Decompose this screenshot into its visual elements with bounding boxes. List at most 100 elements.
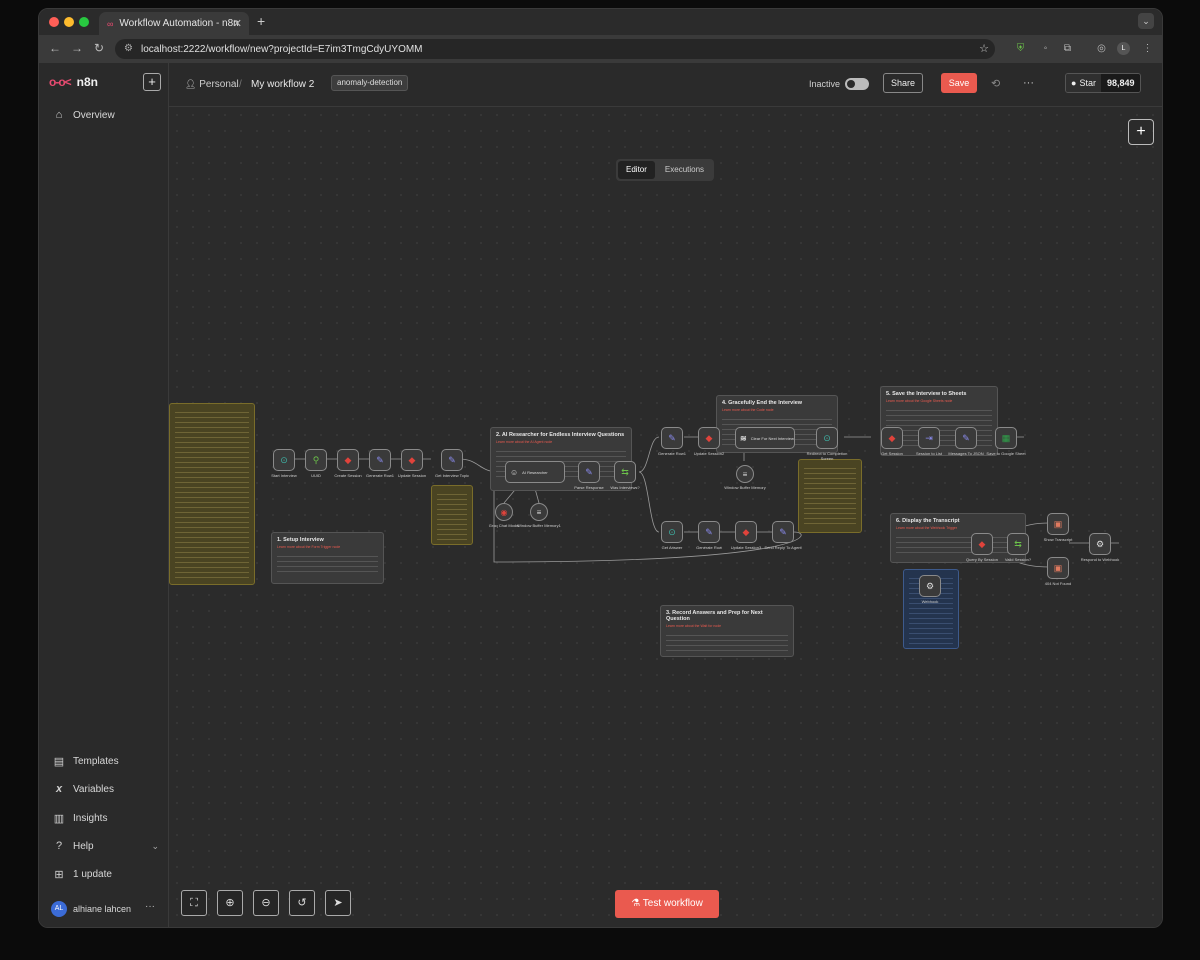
workflow-tag[interactable]: anomaly-detection xyxy=(331,75,409,91)
tab-editor[interactable]: Editor xyxy=(618,161,655,179)
bookmark-star-icon[interactable]: ☆ xyxy=(979,42,989,55)
node-show-transcript[interactable]: ▣ xyxy=(1047,513,1069,535)
sidebar-item-help[interactable]: ? Help ⌄ xyxy=(53,840,159,852)
note-interview-topic[interactable] xyxy=(431,485,473,545)
node-redirect-completion[interactable]: ⊙ xyxy=(816,427,838,449)
profile-icon[interactable]: L xyxy=(1117,42,1130,55)
maximize-window-icon[interactable] xyxy=(79,17,89,27)
node-label: Get Interview Topic xyxy=(435,473,469,478)
node-webhook[interactable]: ⚙ xyxy=(919,575,941,597)
minimize-window-icon[interactable] xyxy=(64,17,74,27)
github-star-button[interactable]: ● Star 98,849 xyxy=(1065,73,1142,93)
close-tab-icon[interactable]: ✕ xyxy=(233,17,242,30)
extension-icon[interactable]: ◦ xyxy=(1039,42,1052,55)
note-title: 4. Gracefully End the Interview xyxy=(722,400,803,406)
node-get-interview-topic[interactable]: ✎ xyxy=(441,449,463,471)
n8n-logo[interactable]: o-o< n8n xyxy=(49,75,98,89)
node-label: Webhook xyxy=(921,599,939,604)
user-menu-icon[interactable]: ··· xyxy=(145,901,155,912)
note-display-transcript[interactable]: 6. Display the Transcript Learn more abo… xyxy=(890,513,1026,563)
node-generate-row1[interactable]: ✎ xyxy=(369,449,391,471)
sidebar-item-update[interactable]: ⊞ 1 update xyxy=(53,868,112,881)
note-body xyxy=(804,464,856,528)
note-record-answers[interactable]: 3. Record Answers and Prep for Next Ques… xyxy=(660,605,794,657)
node-window-buffer-memory1[interactable]: ≡ xyxy=(530,503,548,521)
site-info-icon[interactable]: ⚙ xyxy=(124,43,133,54)
test-workflow-button[interactable]: ⚗ Test workflow xyxy=(615,890,719,918)
back-icon[interactable]: ← xyxy=(49,41,61,55)
browser-tab[interactable]: ∞ Workflow Automation - n8n ✕ xyxy=(99,12,249,35)
node-ai-researcher[interactable]: ☺ AI Researcher xyxy=(505,461,565,483)
sidebar-item-label: Variables xyxy=(73,783,114,795)
shield-extension-icon[interactable]: ⛨ xyxy=(1014,42,1027,55)
share-button[interactable]: Share xyxy=(883,73,923,93)
node-session-to-list[interactable]: ⇥ xyxy=(918,427,940,449)
node-get-answer[interactable]: ⊙ xyxy=(661,521,683,543)
node-label: Valid Session? xyxy=(1004,557,1032,562)
url-field[interactable]: ⚙ localhost:2222/workflow/new?projectId=… xyxy=(115,39,995,59)
node-generate-row[interactable]: ✎ xyxy=(698,521,720,543)
reload-icon[interactable]: ↻ xyxy=(94,41,104,55)
node-valid-session[interactable]: ⇆ xyxy=(1007,533,1029,555)
sidebar-item-overview[interactable]: ⌂ Overview xyxy=(53,109,115,121)
sidebar-item-templates[interactable]: ▤ Templates xyxy=(53,755,119,768)
tab-executions[interactable]: Executions xyxy=(657,161,712,179)
more-options-icon[interactable]: ··· xyxy=(1023,77,1034,89)
logo-text: n8n xyxy=(76,75,99,89)
node-was-interviews[interactable]: ⇆ xyxy=(614,461,636,483)
node-start-interview[interactable]: ⊙ xyxy=(273,449,295,471)
forward-icon[interactable]: → xyxy=(71,41,83,55)
workflow-canvas[interactable]: Editor Executions + ‹ 1. Setup Interview… xyxy=(169,107,1162,927)
puzzle-extension-icon[interactable]: ⧉ xyxy=(1061,42,1074,55)
sync-icon[interactable]: ◎ xyxy=(1095,42,1108,55)
node-send-reply-to-agent[interactable]: ✎ xyxy=(772,521,794,543)
note-subtitle: Learn more about the Webhook Trigger xyxy=(896,526,958,530)
node-uuid[interactable]: ⚲ xyxy=(305,449,327,471)
history-icon[interactable]: ⟲ xyxy=(991,77,1000,90)
node-clear-for-next-interview[interactable]: ≋ Clear For Next Interview xyxy=(735,427,795,449)
node-label: Respond to Webhook xyxy=(1080,557,1120,562)
tab-search-icon[interactable]: ⌄ xyxy=(1138,13,1154,29)
avatar[interactable]: AL xyxy=(51,901,67,917)
tidy-up-icon[interactable]: ➤ xyxy=(325,890,351,916)
note-body xyxy=(896,533,1020,555)
sidebar-item-variables[interactable]: x Variables xyxy=(53,783,114,795)
node-window-buffer-memory[interactable]: ≡ xyxy=(736,465,754,483)
node-save-to-google-sheet[interactable]: ▦ xyxy=(995,427,1017,449)
node-update-session[interactable]: ◆ xyxy=(401,449,423,471)
node-query-by-session[interactable]: ◆ xyxy=(971,533,993,555)
close-window-icon[interactable] xyxy=(49,17,59,27)
save-button[interactable]: Save xyxy=(941,73,977,93)
reset-zoom-icon[interactable]: ↺ xyxy=(289,890,315,916)
browser-menu-icon[interactable]: ⋮ xyxy=(1141,42,1154,55)
zoom-out-icon[interactable]: ⊖ xyxy=(253,890,279,916)
sidebar-item-insights[interactable]: ▥ Insights xyxy=(53,812,108,825)
node-parse-response[interactable]: ✎ xyxy=(578,461,600,483)
add-node-button[interactable]: + xyxy=(1128,119,1154,145)
note-setup-interview[interactable]: 1. Setup Interview Learn more about the … xyxy=(271,532,384,584)
fit-view-icon[interactable]: ⛶ xyxy=(181,890,207,916)
node-create-session[interactable]: ◆ xyxy=(337,449,359,471)
node-update-session3[interactable]: ◆ xyxy=(735,521,757,543)
node-get-session[interactable]: ◆ xyxy=(881,427,903,449)
note-title: 1. Setup Interview xyxy=(277,537,324,543)
node-generate-row1-b[interactable]: ✎ xyxy=(661,427,683,449)
github-icon: ● xyxy=(1071,78,1077,88)
breadcrumb[interactable]: 👤︎ Personal xyxy=(185,79,239,90)
sidebar-item-label: Help xyxy=(73,840,94,852)
note-body xyxy=(277,552,378,574)
node-groq-chat-model[interactable]: ◉ xyxy=(495,503,513,521)
create-button[interactable]: + xyxy=(143,73,161,91)
intro-note[interactable] xyxy=(169,403,255,585)
new-tab-icon[interactable]: + xyxy=(257,13,265,29)
workflow-header: 👤︎ Personal / My workflow 2 anomaly-dete… xyxy=(169,63,1162,107)
user-name[interactable]: alhiane lahcen xyxy=(73,904,131,914)
node-messages-to-json[interactable]: ✎ xyxy=(955,427,977,449)
zoom-in-icon[interactable]: ⊕ xyxy=(217,890,243,916)
active-toggle[interactable] xyxy=(845,78,869,90)
node-404-not-found[interactable]: ▣ xyxy=(1047,557,1069,579)
node-respond-to-webhook[interactable]: ⚙ xyxy=(1089,533,1111,555)
note-completion-url[interactable] xyxy=(798,459,862,533)
workflow-name[interactable]: My workflow 2 xyxy=(251,79,314,90)
node-update-session2[interactable]: ◆ xyxy=(698,427,720,449)
